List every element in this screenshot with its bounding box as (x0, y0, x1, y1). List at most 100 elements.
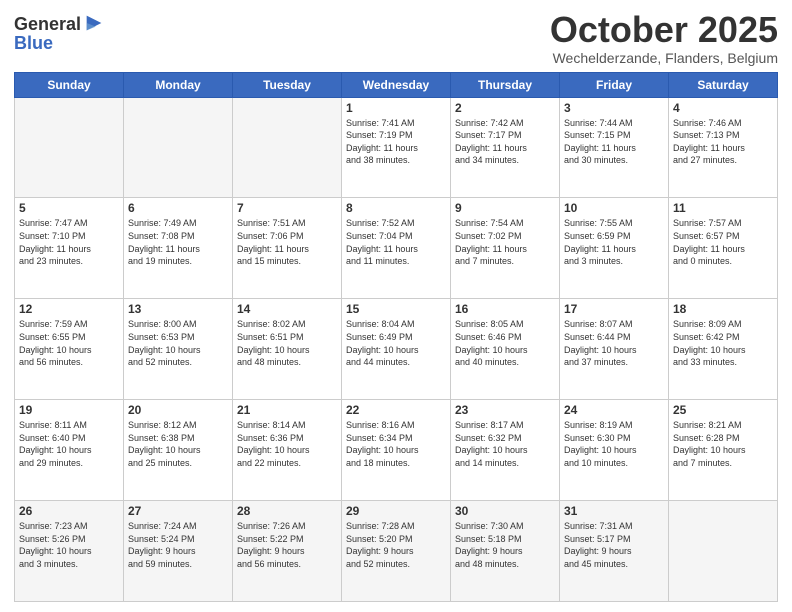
calendar-cell: 5 Sunrise: 7:47 AM Sunset: 7:10 PM Daylig… (15, 198, 124, 299)
day-info: Sunrise: 8:14 AM Sunset: 6:36 PM Dayligh… (237, 419, 337, 469)
day-of-week-header: Sunday (15, 72, 124, 97)
day-number: 7 (237, 201, 337, 215)
day-info: Sunrise: 8:21 AM Sunset: 6:28 PM Dayligh… (673, 419, 773, 469)
calendar-cell: 4 Sunrise: 7:46 AM Sunset: 7:13 PM Daylig… (669, 97, 778, 198)
day-number: 22 (346, 403, 446, 417)
title-block: October 2025 Wechelderzande, Flanders, B… (550, 10, 778, 66)
calendar-cell: 8 Sunrise: 7:52 AM Sunset: 7:04 PM Daylig… (342, 198, 451, 299)
calendar-week-row: 1 Sunrise: 7:41 AM Sunset: 7:19 PM Daylig… (15, 97, 778, 198)
location-subtitle: Wechelderzande, Flanders, Belgium (550, 50, 778, 66)
day-number: 19 (19, 403, 119, 417)
day-number: 2 (455, 101, 555, 115)
day-number: 14 (237, 302, 337, 316)
day-of-week-header: Wednesday (342, 72, 451, 97)
day-info: Sunrise: 8:12 AM Sunset: 6:38 PM Dayligh… (128, 419, 228, 469)
day-info: Sunrise: 7:30 AM Sunset: 5:18 PM Dayligh… (455, 520, 555, 570)
day-number: 25 (673, 403, 773, 417)
day-number: 31 (564, 504, 664, 518)
calendar-cell (15, 97, 124, 198)
day-of-week-header: Monday (124, 72, 233, 97)
day-number: 1 (346, 101, 446, 115)
calendar-week-row: 19Sunrise: 8:11 AM Sunset: 6:40 PM Dayli… (15, 400, 778, 501)
day-number: 27 (128, 504, 228, 518)
day-info: Sunrise: 7:46 AM Sunset: 7:13 PM Dayligh… (673, 117, 773, 167)
day-info: Sunrise: 7:52 AM Sunset: 7:04 PM Dayligh… (346, 217, 446, 267)
day-of-week-header: Friday (560, 72, 669, 97)
logo-general-text: General (14, 14, 81, 35)
calendar-cell: 26 Sunrise: 7:23 AM Sunset: 5:26 PM Dayli… (15, 501, 124, 602)
calendar-cell: 16Sunrise: 8:05 AM Sunset: 6:46 PM Dayli… (451, 299, 560, 400)
day-info: Sunrise: 7:44 AM Sunset: 7:15 PM Dayligh… (564, 117, 664, 167)
calendar-cell: 11Sunrise: 7:57 AM Sunset: 6:57 PM Dayli… (669, 198, 778, 299)
day-info: Sunrise: 8:02 AM Sunset: 6:51 PM Dayligh… (237, 318, 337, 368)
calendar-cell: 17 Sunrise: 8:07 AM Sunset: 6:44 PM Dayli… (560, 299, 669, 400)
day-info: Sunrise: 7:42 AM Sunset: 7:17 PM Dayligh… (455, 117, 555, 167)
calendar-cell: 10Sunrise: 7:55 AM Sunset: 6:59 PM Dayli… (560, 198, 669, 299)
calendar-cell (669, 501, 778, 602)
day-number: 23 (455, 403, 555, 417)
calendar-cell: 20Sunrise: 8:12 AM Sunset: 6:38 PM Dayli… (124, 400, 233, 501)
day-info: Sunrise: 8:16 AM Sunset: 6:34 PM Dayligh… (346, 419, 446, 469)
calendar-cell: 23 Sunrise: 8:17 AM Sunset: 6:32 PM Dayli… (451, 400, 560, 501)
day-info: Sunrise: 7:28 AM Sunset: 5:20 PM Dayligh… (346, 520, 446, 570)
day-info: Sunrise: 8:04 AM Sunset: 6:49 PM Dayligh… (346, 318, 446, 368)
day-info: Sunrise: 7:51 AM Sunset: 7:06 PM Dayligh… (237, 217, 337, 267)
day-info: Sunrise: 7:57 AM Sunset: 6:57 PM Dayligh… (673, 217, 773, 267)
month-title: October 2025 (550, 10, 778, 50)
day-number: 9 (455, 201, 555, 215)
day-info: Sunrise: 8:17 AM Sunset: 6:32 PM Dayligh… (455, 419, 555, 469)
calendar-cell: 2 Sunrise: 7:42 AM Sunset: 7:17 PM Daylig… (451, 97, 560, 198)
calendar-cell: 12Sunrise: 7:59 AM Sunset: 6:55 PM Dayli… (15, 299, 124, 400)
day-number: 29 (346, 504, 446, 518)
day-number: 4 (673, 101, 773, 115)
page: General Blue October 2025 Wechelderzande… (0, 0, 792, 612)
calendar-week-row: 12Sunrise: 7:59 AM Sunset: 6:55 PM Dayli… (15, 299, 778, 400)
calendar-cell: 6 Sunrise: 7:49 AM Sunset: 7:08 PM Daylig… (124, 198, 233, 299)
calendar-cell: 15 Sunrise: 8:04 AM Sunset: 6:49 PM Dayli… (342, 299, 451, 400)
day-number: 28 (237, 504, 337, 518)
day-info: Sunrise: 8:19 AM Sunset: 6:30 PM Dayligh… (564, 419, 664, 469)
calendar-cell: 9 Sunrise: 7:54 AM Sunset: 7:02 PM Daylig… (451, 198, 560, 299)
calendar-cell (124, 97, 233, 198)
calendar-cell (233, 97, 342, 198)
calendar-cell: 30 Sunrise: 7:30 AM Sunset: 5:18 PM Dayli… (451, 501, 560, 602)
calendar-cell: 3 Sunrise: 7:44 AM Sunset: 7:15 PM Daylig… (560, 97, 669, 198)
day-info: Sunrise: 7:41 AM Sunset: 7:19 PM Dayligh… (346, 117, 446, 167)
calendar-header-row: SundayMondayTuesdayWednesdayThursdayFrid… (15, 72, 778, 97)
calendar-cell: 25 Sunrise: 8:21 AM Sunset: 6:28 PM Dayli… (669, 400, 778, 501)
day-info: Sunrise: 8:09 AM Sunset: 6:42 PM Dayligh… (673, 318, 773, 368)
day-info: Sunrise: 7:59 AM Sunset: 6:55 PM Dayligh… (19, 318, 119, 368)
calendar-cell: 19Sunrise: 8:11 AM Sunset: 6:40 PM Dayli… (15, 400, 124, 501)
day-info: Sunrise: 7:49 AM Sunset: 7:08 PM Dayligh… (128, 217, 228, 267)
day-info: Sunrise: 7:24 AM Sunset: 5:24 PM Dayligh… (128, 520, 228, 570)
day-info: Sunrise: 7:54 AM Sunset: 7:02 PM Dayligh… (455, 217, 555, 267)
day-number: 6 (128, 201, 228, 215)
calendar-week-row: 26 Sunrise: 7:23 AM Sunset: 5:26 PM Dayli… (15, 501, 778, 602)
calendar-cell: 13Sunrise: 8:00 AM Sunset: 6:53 PM Dayli… (124, 299, 233, 400)
calendar-table: SundayMondayTuesdayWednesdayThursdayFrid… (14, 72, 778, 602)
day-number: 17 (564, 302, 664, 316)
calendar-cell: 21Sunrise: 8:14 AM Sunset: 6:36 PM Dayli… (233, 400, 342, 501)
calendar-cell: 1 Sunrise: 7:41 AM Sunset: 7:19 PM Daylig… (342, 97, 451, 198)
day-info: Sunrise: 7:23 AM Sunset: 5:26 PM Dayligh… (19, 520, 119, 570)
day-number: 26 (19, 504, 119, 518)
header: General Blue October 2025 Wechelderzande… (14, 10, 778, 66)
day-info: Sunrise: 8:05 AM Sunset: 6:46 PM Dayligh… (455, 318, 555, 368)
calendar-cell: 7 Sunrise: 7:51 AM Sunset: 7:06 PM Daylig… (233, 198, 342, 299)
day-number: 5 (19, 201, 119, 215)
calendar-cell: 29 Sunrise: 7:28 AM Sunset: 5:20 PM Dayli… (342, 501, 451, 602)
day-number: 13 (128, 302, 228, 316)
day-number: 30 (455, 504, 555, 518)
calendar-cell: 27 Sunrise: 7:24 AM Sunset: 5:24 PM Dayli… (124, 501, 233, 602)
day-info: Sunrise: 7:55 AM Sunset: 6:59 PM Dayligh… (564, 217, 664, 267)
day-number: 15 (346, 302, 446, 316)
day-number: 8 (346, 201, 446, 215)
day-info: Sunrise: 7:47 AM Sunset: 7:10 PM Dayligh… (19, 217, 119, 267)
day-info: Sunrise: 7:26 AM Sunset: 5:22 PM Dayligh… (237, 520, 337, 570)
calendar-cell: 22 Sunrise: 8:16 AM Sunset: 6:34 PM Dayli… (342, 400, 451, 501)
calendar-cell: 24Sunrise: 8:19 AM Sunset: 6:30 PM Dayli… (560, 400, 669, 501)
calendar-cell: 31Sunrise: 7:31 AM Sunset: 5:17 PM Dayli… (560, 501, 669, 602)
day-info: Sunrise: 8:07 AM Sunset: 6:44 PM Dayligh… (564, 318, 664, 368)
day-number: 3 (564, 101, 664, 115)
day-of-week-header: Thursday (451, 72, 560, 97)
